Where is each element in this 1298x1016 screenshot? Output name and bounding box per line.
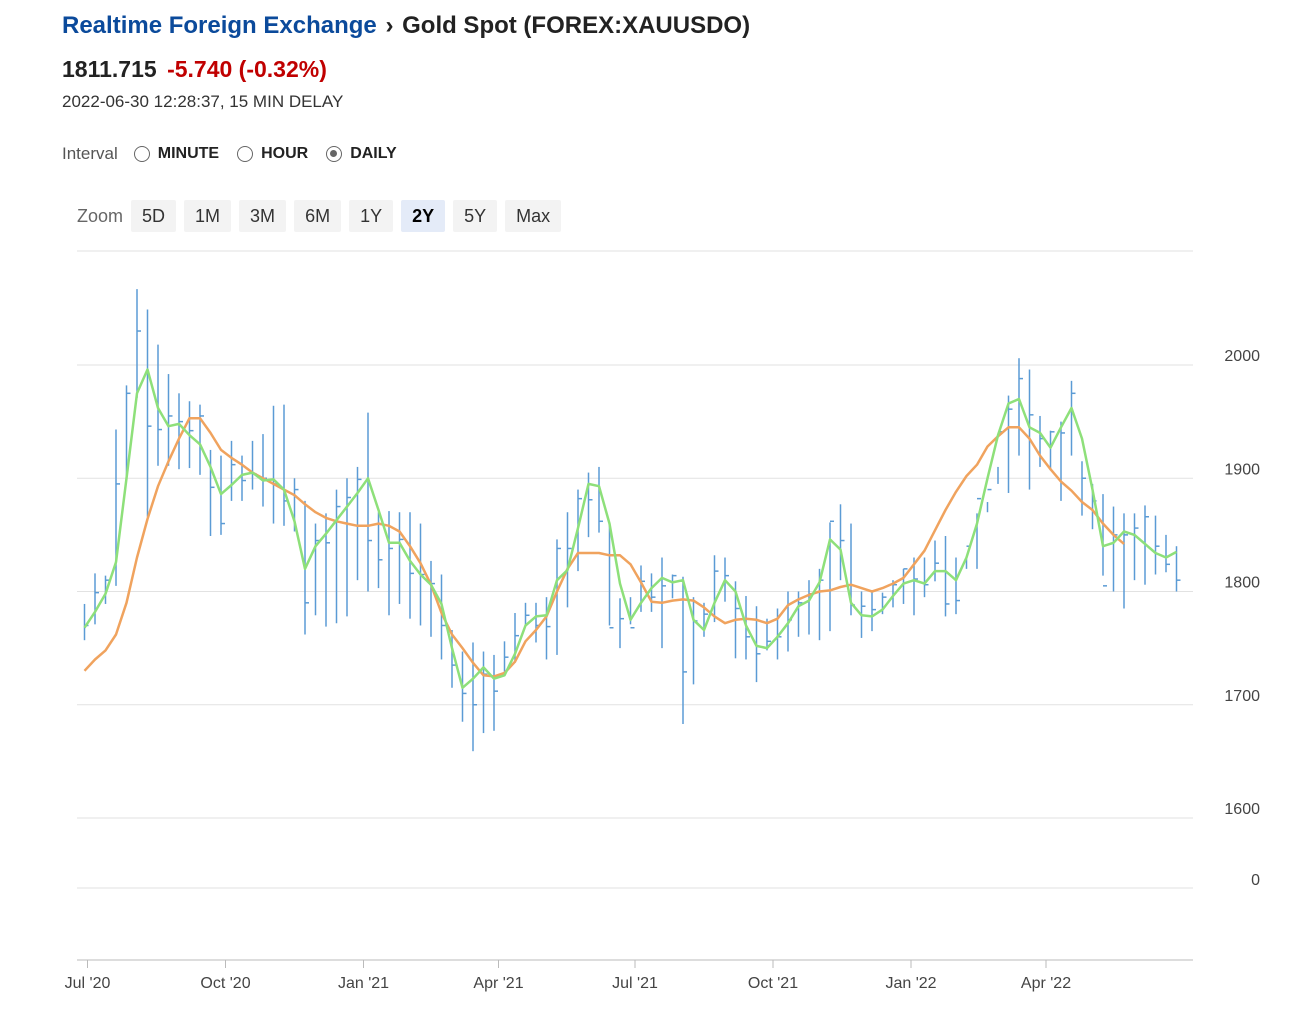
interval-minute-radio[interactable]: MINUTE: [133, 145, 220, 163]
quote-timestamp: 2022-06-30 12:28:37, 15 MIN DELAY: [62, 92, 344, 111]
zoom-2y-button[interactable]: 2Y: [401, 200, 446, 232]
fast-moving-average-line: [83, 368, 1178, 690]
price-chart[interactable]: 2000 1900 1800 1700 1600 0 Jul '20 Oct '20 Jan '…: [0, 240, 1298, 1010]
x-tick-label: Apr '22: [1021, 975, 1071, 992]
interval-option-label: HOUR: [261, 145, 309, 162]
breadcrumb-separator: ›: [385, 12, 394, 39]
x-tick-label: Jul '21: [612, 975, 658, 992]
y-tick-label: 2000: [1224, 348, 1260, 365]
x-tick-label: Apr '21: [473, 975, 523, 992]
symbol-title: Gold Spot (FOREX:XAUUSDO): [402, 12, 751, 39]
y-tick-label: 1900: [1224, 461, 1260, 478]
price-row: 1811.715 -5.740 (-0.32%): [62, 56, 327, 83]
slow-moving-average-line: [83, 416, 1125, 678]
y-tick-label: 1700: [1224, 688, 1260, 705]
last-price: 1811.715: [62, 56, 157, 82]
interval-option-label: MINUTE: [157, 145, 220, 162]
zoom-5y-button[interactable]: 5Y: [453, 200, 498, 232]
zoom-label: Zoom: [77, 205, 124, 226]
x-tick-label: Oct '21: [748, 975, 798, 992]
breadcrumb-link[interactable]: Realtime Foreign Exchange: [62, 12, 377, 39]
price-change: -5.740 (-0.32%): [167, 56, 327, 82]
x-tick-label: Jul '20: [65, 975, 111, 992]
interval-hour-radio[interactable]: HOUR: [237, 145, 308, 163]
zoom-3m-button[interactable]: 3M: [239, 200, 287, 232]
radio-circle-icon: [237, 146, 254, 162]
x-tick-label: Jan '21: [338, 975, 389, 992]
y-tick-label: 1800: [1224, 575, 1260, 592]
y-tick-label: 0: [1251, 872, 1260, 889]
radio-circle-icon: [133, 146, 150, 162]
zoom-6m-button[interactable]: 6M: [294, 200, 342, 232]
interval-daily-radio[interactable]: DAILY: [326, 145, 397, 163]
interval-selector: Interval MINUTE HOUR DAILY: [62, 144, 415, 164]
zoom-5d-button[interactable]: 5D: [131, 200, 177, 232]
zoom-1y-button[interactable]: 1Y: [349, 200, 394, 232]
zoom-1m-button[interactable]: 1M: [184, 200, 232, 232]
radio-checked-icon: [326, 146, 343, 162]
page-title: Realtime Foreign Exchange › Gold Spot (F…: [62, 12, 750, 40]
zoom-max-button[interactable]: Max: [505, 200, 562, 232]
zoom-selector: Zoom 5D 1M 3M 6M 1Y 2Y 5Y Max: [77, 200, 569, 232]
x-tick-label: Oct '20: [200, 975, 250, 992]
y-tick-label: 1600: [1224, 801, 1260, 818]
interval-label: Interval: [62, 144, 118, 163]
interval-option-label: DAILY: [350, 145, 397, 162]
x-tick-label: Jan '22: [885, 975, 936, 992]
